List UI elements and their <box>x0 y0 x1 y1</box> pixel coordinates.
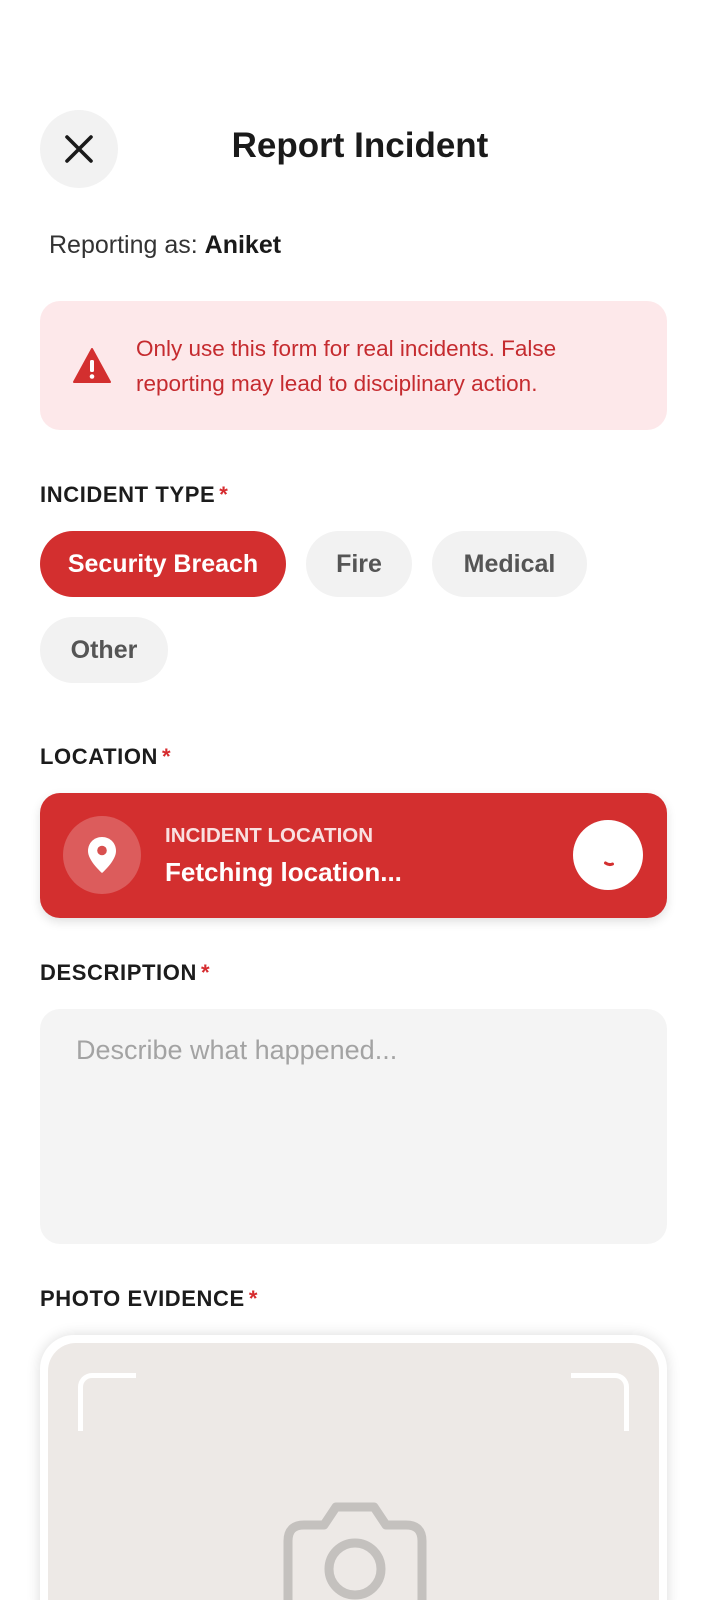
camera-icon <box>283 1502 427 1600</box>
page-title: Report Incident <box>231 126 489 165</box>
warning-text: Only use this form for real incidents. F… <box>136 335 557 396</box>
reporting-as-prefix: Reporting as: <box>49 231 198 259</box>
photo-evidence-label-text: PHOTO EVIDENCE <box>40 1286 245 1311</box>
photo-capture-area[interactable] <box>40 1335 667 1600</box>
location-card[interactable]: INCIDENT LOCATION Fetching location... <box>40 793 667 918</box>
warning-triangle-icon <box>73 347 111 383</box>
chip-other[interactable]: Other <box>40 617 168 683</box>
report-incident-screen: Report Incident Reporting as: Aniket Onl… <box>0 0 720 1600</box>
description-label-text: DESCRIPTION <box>40 960 197 985</box>
loading-spinner-icon <box>604 861 614 867</box>
required-mark: * <box>162 744 172 769</box>
chip-security-breach[interactable]: Security Breach <box>40 531 286 597</box>
location-refresh-button[interactable] <box>573 820 643 890</box>
location-value: Fetching location... <box>165 857 402 887</box>
location-label-text: LOCATION <box>40 744 159 769</box>
camera-viewfinder <box>48 1343 659 1600</box>
location-caption: INCIDENT LOCATION <box>165 824 374 847</box>
incident-type-label: INCIDENT TYPE * <box>40 482 228 508</box>
viewfinder-corner-top-right <box>571 1373 629 1431</box>
viewfinder-corner-top-left <box>78 1373 136 1431</box>
description-label: DESCRIPTION * <box>40 960 210 986</box>
reporting-as: Reporting as: Aniket <box>49 231 281 260</box>
reporter-name: Aniket <box>204 231 282 259</box>
warning-banner: Only use this form for real incidents. F… <box>40 301 667 430</box>
required-mark: * <box>219 482 229 507</box>
incident-type-label-text: INCIDENT TYPE <box>40 482 216 507</box>
location-label: LOCATION * <box>40 744 171 770</box>
chip-medical[interactable]: Medical <box>432 531 587 597</box>
location-pin-badge <box>63 816 141 894</box>
photo-evidence-label: PHOTO EVIDENCE * <box>40 1286 258 1312</box>
location-pin-icon <box>88 837 116 873</box>
chip-fire[interactable]: Fire <box>306 531 412 597</box>
required-mark: * <box>248 1286 258 1311</box>
description-input[interactable] <box>40 1009 667 1244</box>
required-mark: * <box>200 960 211 985</box>
